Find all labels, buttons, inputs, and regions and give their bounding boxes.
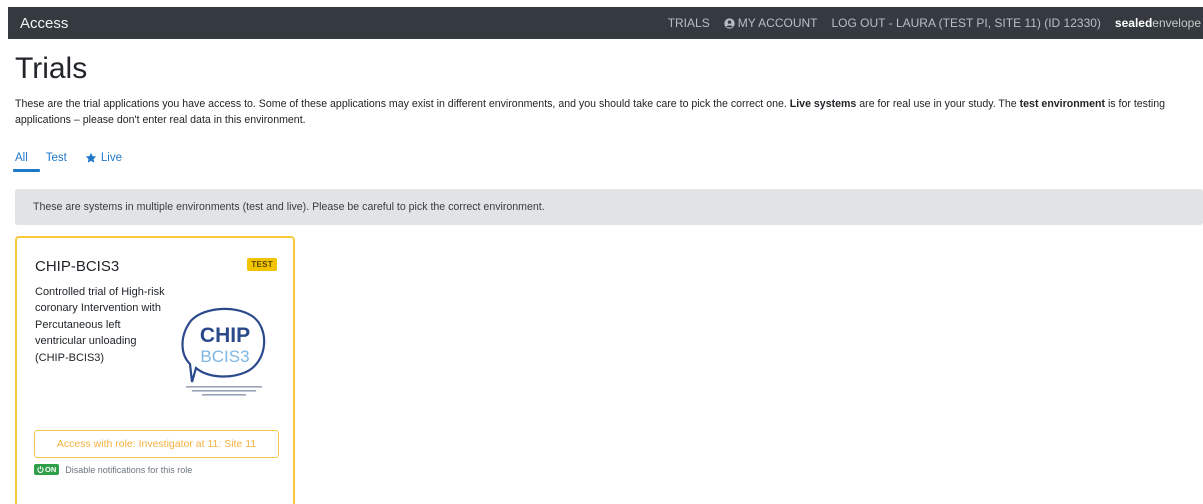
notification-toggle-row: ON Disable notifications for this role bbox=[34, 464, 192, 475]
intro-text-1: These are the trial applications you hav… bbox=[15, 98, 790, 110]
environment-tabs: All Test Live bbox=[13, 150, 140, 174]
top-navbar: Access TRIALS MY ACCOUNT LOG OUT - LAURA… bbox=[8, 7, 1203, 39]
intro-paragraph: These are the trial applications you hav… bbox=[15, 96, 1195, 128]
tab-test[interactable]: Test bbox=[46, 150, 67, 166]
access-role-button[interactable]: Access with role: Investigator at 11: Si… bbox=[34, 430, 279, 458]
logo-word-light: envelope bbox=[1152, 16, 1201, 30]
logo-word-bold: sealed bbox=[1114, 16, 1153, 30]
notifications-on-toggle[interactable]: ON bbox=[34, 464, 60, 475]
app-brand[interactable]: Access bbox=[20, 15, 68, 32]
nav-link-trials[interactable]: TRIALS bbox=[668, 16, 710, 30]
intro-bold-live: Live systems bbox=[789, 98, 857, 110]
trial-card-chip-bcis3[interactable]: CHIP-BCIS3 TEST Controlled trial of High… bbox=[15, 236, 295, 504]
trial-description: Controlled trial of High-risk coronary I… bbox=[35, 286, 165, 364]
intro-text-2: are for real use in your study. The bbox=[856, 98, 1020, 110]
power-icon bbox=[37, 466, 44, 473]
page-title: Trials bbox=[15, 52, 88, 85]
test-badge: TEST bbox=[247, 258, 277, 271]
logo-bcis3-text: BCIS3 bbox=[200, 347, 249, 366]
sealed-envelope-logo: sealedenvelope bbox=[1115, 16, 1201, 30]
nav-links: TRIALS MY ACCOUNT LOG OUT - LAURA (TEST … bbox=[668, 7, 1203, 39]
nav-link-my-account[interactable]: MY ACCOUNT bbox=[724, 16, 818, 30]
chip-bcis3-logo: CHIP BCIS3 bbox=[181, 307, 266, 396]
intro-bold-test: test environment bbox=[1019, 98, 1105, 110]
nav-link-logout[interactable]: LOG OUT - LAURA (TEST PI, SITE 11) (ID 1… bbox=[832, 16, 1101, 30]
on-badge-label: ON bbox=[45, 465, 57, 474]
logo-chip-text: CHIP bbox=[200, 324, 250, 347]
nav-link-my-account-label: MY ACCOUNT bbox=[737, 16, 818, 30]
tab-live-label: Live bbox=[100, 152, 122, 164]
tab-live[interactable]: Live bbox=[85, 150, 122, 166]
user-circle-icon bbox=[724, 17, 735, 29]
multi-environment-notice: These are systems in multiple environmen… bbox=[15, 189, 1203, 225]
disable-notifications-link[interactable]: Disable notifications for this role bbox=[65, 465, 192, 475]
trial-card-title[interactable]: CHIP-BCIS3 bbox=[35, 258, 119, 275]
star-icon bbox=[85, 152, 97, 163]
tab-all[interactable]: All bbox=[13, 150, 40, 172]
